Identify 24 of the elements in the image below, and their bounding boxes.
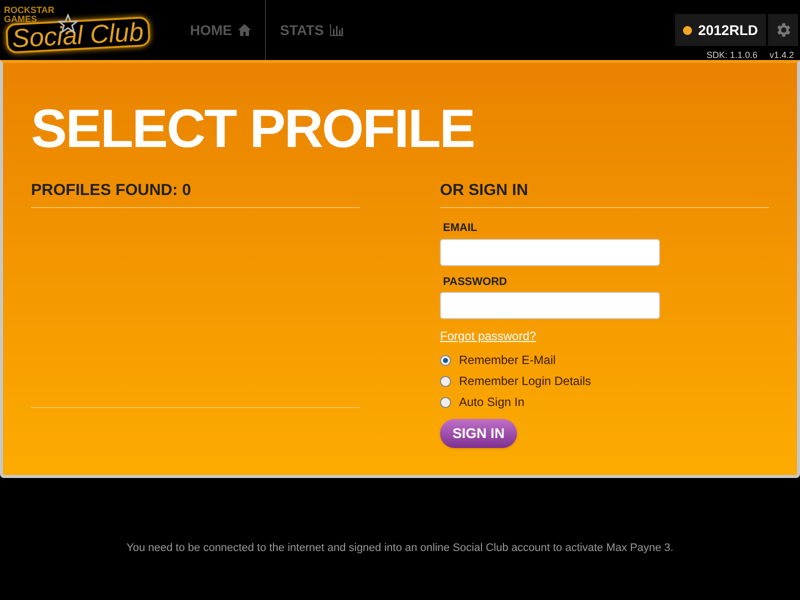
sdk-version: SDK: 1.1.0.6 [706,50,758,60]
home-icon [238,24,251,36]
forgot-password-link[interactable]: Forgot password? [440,327,536,345]
username: 2012RLD [698,20,758,40]
option-label: Auto Sign In [459,394,524,411]
bar-chart-icon [330,24,343,36]
sign-in-button[interactable]: SIGN IN [440,419,517,448]
radio-button[interactable] [440,376,451,386]
user-badge[interactable]: 2012RLD [675,14,766,46]
settings-button[interactable] [768,14,798,46]
footer-message: You need to be connected to the internet and signed into an online Social Club account to activate Max Payne 3. [126,541,674,556]
nav-tab[interactable]: HOME [176,0,265,60]
option-label: Remember E-Mail [459,352,556,369]
app-version: v1.4.2 [769,50,794,60]
section-heading: OR SIGN IN [440,179,769,208]
radio-button[interactable] [440,396,451,408]
option-label: Remember Login Details [459,373,592,390]
field-label: PASSWORD [443,274,508,290]
input-field[interactable] [440,292,660,319]
page-title: SELECT PROFILE [31,99,476,159]
radio-button[interactable] [440,354,451,366]
section-heading: PROFILES FOUND: 0 [31,179,360,208]
field-label: EMAIL [443,221,478,236]
input-field[interactable] [440,238,660,266]
